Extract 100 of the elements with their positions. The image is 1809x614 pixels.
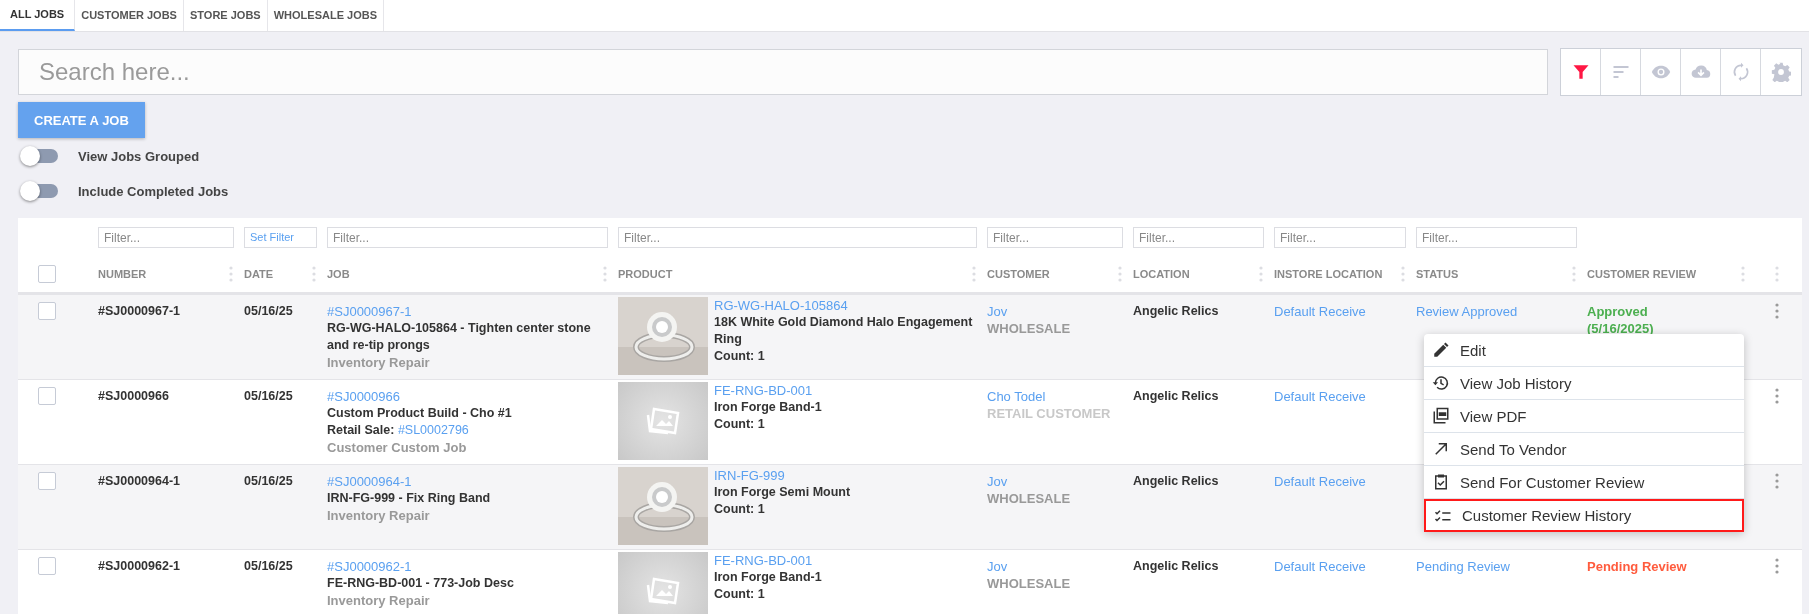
product-sku-link[interactable]: FE-RNG-BD-001: [714, 382, 813, 399]
job-link[interactable]: #SJ0000966: [327, 388, 400, 405]
product-name: Iron Forge Semi Mount: [714, 484, 851, 501]
job-link[interactable]: #SJ0000962-1: [327, 558, 412, 575]
product-sku-link[interactable]: FE-RNG-BD-001: [714, 552, 813, 569]
job-number: #SJ0000967-1: [98, 304, 181, 318]
toggle-label: Include Completed Jobs: [78, 183, 229, 199]
retail-sale-text: Retail Sale: #SL0002796: [327, 422, 469, 439]
drag-handle-icon[interactable]: [312, 266, 316, 282]
column-header[interactable]: INSTORE LOCATION: [1274, 268, 1383, 280]
job-type: Inventory Repair: [327, 507, 430, 524]
instore-location-link[interactable]: Default Receive: [1274, 304, 1366, 319]
instore-location-link[interactable]: Default Receive: [1274, 389, 1366, 404]
job-date: 05/16/25: [244, 389, 293, 403]
column-header[interactable]: STATUS: [1416, 268, 1459, 280]
drag-handle-icon[interactable]: [972, 266, 976, 282]
column-header[interactable]: CUSTOMER: [987, 268, 1050, 280]
sale-link[interactable]: #SL0002796: [397, 423, 469, 437]
tab[interactable]: ALL JOBS: [0, 0, 76, 31]
location-text: Angelic Relics: [1133, 474, 1219, 488]
job-description: FE-RNG-BD-001 - 773-Job Desc: [327, 575, 514, 592]
filter-field[interactable]: Filter...: [1416, 227, 1577, 248]
menu-item[interactable]: View PDF: [1424, 400, 1744, 433]
checkbox[interactable]: [38, 472, 56, 490]
job-type: Inventory Repair: [327, 354, 430, 371]
menu-item[interactable]: View Job History: [1424, 367, 1744, 400]
job-number: #SJ0000962-1: [98, 559, 181, 573]
checkbox[interactable]: [38, 302, 56, 320]
customer-type: WHOLESALE: [987, 575, 1071, 592]
menu-item[interactable]: Send To Vendor: [1424, 433, 1744, 466]
instore-location-link[interactable]: Default Receive: [1274, 474, 1366, 489]
review-status: Approved: [1587, 303, 1648, 320]
drag-handle-icon[interactable]: [1401, 266, 1405, 282]
drag-handle-icon[interactable]: [1118, 266, 1122, 282]
tab[interactable]: CUSTOMER JOBS: [75, 0, 184, 31]
image-icon: [646, 407, 680, 435]
customer-link[interactable]: Jov: [987, 558, 1008, 575]
filter-field[interactable]: Filter...: [618, 227, 977, 248]
filter-field[interactable]: Filter...: [987, 227, 1123, 248]
tab[interactable]: WHOLESALE JOBS: [267, 0, 384, 31]
job-date: 05/16/25: [244, 474, 293, 488]
checkbox[interactable]: [38, 387, 56, 405]
checkbox[interactable]: [38, 265, 56, 283]
product-count: Count: 1: [714, 416, 765, 433]
location-text: Angelic Relics: [1133, 389, 1219, 403]
product-count: Count: 1: [714, 348, 765, 365]
filter-field[interactable]: Filter...: [1274, 227, 1406, 248]
column-header[interactable]: JOB: [327, 268, 350, 280]
review-status: Pending Review: [1587, 558, 1687, 575]
status-link[interactable]: Pending Review: [1416, 558, 1510, 575]
drag-handle-icon[interactable]: [229, 266, 233, 282]
customer-link[interactable]: Cho Todel: [987, 388, 1046, 405]
arrow-up-right-icon: [1432, 440, 1450, 458]
job-number: #SJ0000966: [98, 389, 169, 403]
status-link[interactable]: Review Approved: [1416, 303, 1518, 320]
job-type: Customer Custom Job: [327, 439, 467, 456]
drag-handle-icon[interactable]: [1572, 266, 1576, 282]
column-header[interactable]: DATE: [244, 268, 274, 280]
column-header[interactable]: NUMBER: [98, 268, 147, 280]
filter-field[interactable]: Filter...: [327, 227, 608, 248]
checkbox[interactable]: [38, 557, 56, 575]
product-sku-link[interactable]: IRN-FG-999: [714, 467, 785, 484]
product-count: Count: 1: [714, 586, 765, 603]
more-icon[interactable]: [1774, 388, 1779, 404]
menu-item[interactable]: Customer Review History: [1424, 499, 1744, 532]
filter-field[interactable]: Filter...: [98, 227, 234, 248]
pdf-icon: [1432, 407, 1450, 425]
pencil-icon: [1432, 341, 1450, 359]
clipboard-check-icon: [1432, 473, 1450, 491]
search-field[interactable]: Search here...: [18, 49, 1548, 95]
filter-field[interactable]: Filter...: [1133, 227, 1264, 248]
set-filter-button[interactable]: Set Filter: [244, 227, 317, 248]
job-date: 05/16/25: [244, 559, 293, 573]
job-description: Custom Product Build - Cho #1: [327, 405, 512, 422]
more-icon[interactable]: [1774, 558, 1779, 574]
job-link[interactable]: #SJ0000967-1: [327, 303, 412, 320]
customer-link[interactable]: Jov: [987, 473, 1008, 490]
customer-link[interactable]: Jov: [987, 303, 1008, 320]
create-job-button[interactable]: CREATE A JOB: [18, 102, 145, 138]
location-text: Angelic Relics: [1133, 559, 1219, 573]
more-icon[interactable]: [1774, 473, 1779, 489]
product-name: 18K White Gold Diamond Halo Engagement Ring: [714, 314, 974, 348]
product-name: Iron Forge Band-1: [714, 569, 822, 586]
column-header[interactable]: PRODUCT: [618, 268, 673, 280]
menu-item[interactable]: Edit: [1424, 334, 1744, 367]
product-name: Iron Forge Band-1: [714, 399, 822, 416]
menu-item[interactable]: Send For Customer Review: [1424, 466, 1744, 499]
drag-handle-icon[interactable]: [1259, 266, 1263, 282]
drag-handle-icon[interactable]: [603, 266, 607, 282]
more-icon[interactable]: [1774, 303, 1779, 319]
tab[interactable]: STORE JOBS: [183, 0, 268, 31]
job-link[interactable]: #SJ0000964-1: [327, 473, 412, 490]
drag-handle-icon[interactable]: [1774, 266, 1779, 282]
product-sku-link[interactable]: RG-WG-HALO-105864: [714, 297, 848, 314]
toggle-label: View Jobs Grouped: [78, 148, 200, 164]
drag-handle-icon[interactable]: [1741, 266, 1745, 282]
product-count: Count: 1: [714, 501, 765, 518]
instore-location-link[interactable]: Default Receive: [1274, 559, 1366, 574]
column-header[interactable]: LOCATION: [1133, 268, 1190, 280]
column-header[interactable]: CUSTOMER REVIEW: [1587, 268, 1697, 280]
